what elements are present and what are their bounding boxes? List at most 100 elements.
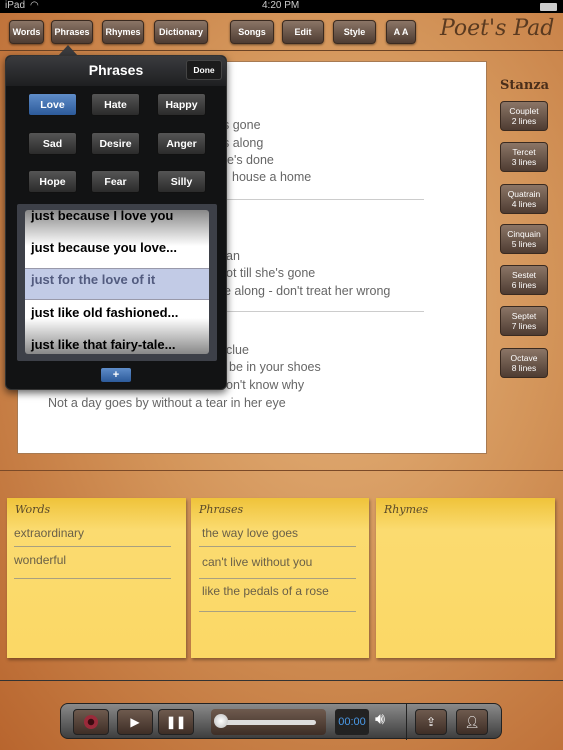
phrase-picker[interactable]: just because I love you just because you… [17,204,217,361]
category-happy[interactable]: Happy [157,93,206,116]
stanza-octave-button[interactable]: Octave 8 lines [500,348,548,378]
editor-line: on't know why [226,378,305,392]
category-anger[interactable]: Anger [157,132,206,155]
editor-line: e's done [227,153,274,167]
editor-line: be in your shoes [229,360,321,374]
rhymes-note[interactable]: Rhymes [376,498,555,658]
note-title: Words [15,503,51,516]
stanza-quatrain-button[interactable]: Quatrain 4 lines [500,184,548,214]
style-button[interactable]: Style [333,20,376,44]
phrases-note[interactable]: Phrases the way love goes can't live wit… [191,498,369,658]
record-icon [84,715,98,729]
editor-line: clue [226,343,249,357]
pause-button[interactable]: ❚❚ [158,709,194,735]
category-desire[interactable]: Desire [91,132,140,155]
stanza-name: Tercet [512,147,536,157]
app-logo: Poet's Pad [440,16,555,41]
stanza-lines: 7 lines [511,321,537,331]
stanza-lines: 4 lines [511,199,537,209]
phrases-button[interactable]: Phrases [51,20,93,44]
stanza-name: Couplet [509,106,539,116]
stanza-name: Cinquain [507,229,541,239]
clock: 4:20 PM [262,0,300,11]
volume-icon[interactable]: 🔊︎ [375,711,385,729]
slider-knob[interactable] [214,714,228,728]
category-silly[interactable]: Silly [157,170,206,193]
stanza-cinquain-button[interactable]: Cinquain 5 lines [500,224,548,254]
stanza-sestet-button[interactable]: Sestet 6 lines [500,265,548,295]
share-icon: ⇪ [425,715,437,729]
device-name: iPad [5,0,26,11]
stanza-name: Sestet [511,270,537,280]
stanza-lines: 5 lines [511,239,537,249]
stanza-name: Quatrain [507,189,541,199]
phrases-popover: Phrases Done Love Hate Happy Sad Desire … [5,55,227,390]
note-item[interactable]: the way love goes [202,526,298,540]
editor-line: house a home [232,170,312,184]
songs-button[interactable]: Songs [230,20,274,44]
stanza-lines: 8 lines [511,363,537,373]
slider-track [221,720,316,725]
picker-item[interactable]: just because you love... [31,240,177,255]
editor-line: Not a day goes by without a tear in her … [48,396,286,410]
person-icon: 👤︎ [464,715,480,729]
words-note[interactable]: Words extraordinary wonderful [7,498,186,658]
category-sad[interactable]: Sad [28,132,77,155]
playback-time: 00:00 [335,709,369,735]
note-line [199,546,356,547]
category-hate[interactable]: Hate [91,93,140,116]
stanza-lines: 2 lines [511,116,537,126]
picker-item[interactable]: just like that fairy-tale... [31,337,176,352]
stanza-name: Octave [510,353,538,363]
font-size-button[interactable]: A A [386,20,416,44]
note-line [14,578,171,579]
note-item[interactable]: can't live without you [202,555,312,569]
editor-line: ot till she's gone [226,266,316,280]
playback-slider[interactable] [211,709,326,735]
battery-icon [540,3,557,11]
note-title: Phrases [199,503,244,516]
play-button[interactable]: ▶ [117,709,153,735]
status-bar: iPad ◠ 4:20 PM [0,0,563,13]
share-button[interactable]: ⇪ [415,709,447,735]
note-line [199,578,356,579]
stanza-name: Septet [511,311,537,321]
picker-selection-bar [25,268,209,300]
stanza-lines: 3 lines [511,157,537,167]
words-button[interactable]: Words [9,20,44,44]
category-fear[interactable]: Fear [91,170,140,193]
done-button[interactable]: Done [186,60,222,80]
record-button[interactable] [73,709,109,735]
category-love[interactable]: Love [28,93,77,116]
category-hope[interactable]: Hope [28,170,77,193]
wifi-icon: ◠ [30,0,39,11]
editor-line: e along - don't treat her wrong [224,284,391,298]
play-icon: ▶ [130,715,140,729]
divider [0,470,563,471]
note-item[interactable]: like the pedals of a rose [202,584,329,598]
note-line [14,546,171,547]
stanza-tercet-button[interactable]: Tercet 3 lines [500,142,548,172]
audio-player: ▶ ❚❚ 00:00 🔊︎ ⇪ 👤︎ [60,703,502,740]
divider [0,50,563,51]
stanza-lines: 6 lines [511,280,537,290]
note-title: Rhymes [384,503,429,516]
edit-button[interactable]: Edit [282,20,324,44]
player-divider [406,704,407,740]
note-item[interactable]: wonderful [14,553,66,567]
editor-line: an [226,249,240,263]
pause-icon: ❚❚ [165,715,187,729]
note-line [199,611,356,612]
stanza-septet-button[interactable]: Septet 7 lines [500,306,548,336]
picker-item[interactable]: just like old fashioned... [31,305,178,320]
divider [0,680,563,681]
editor-line: s along [223,136,264,150]
dictionary-button[interactable]: Dictionary [154,20,208,44]
picker-item[interactable]: just because I love you [31,210,173,223]
note-item[interactable]: extraordinary [14,526,84,540]
rhymes-button[interactable]: Rhymes [102,20,144,44]
add-phrase-button[interactable]: + [101,368,131,382]
profile-button[interactable]: 👤︎ [456,709,488,735]
stanza-title: Stanza [500,78,550,93]
stanza-couplet-button[interactable]: Couplet 2 lines [500,101,548,131]
